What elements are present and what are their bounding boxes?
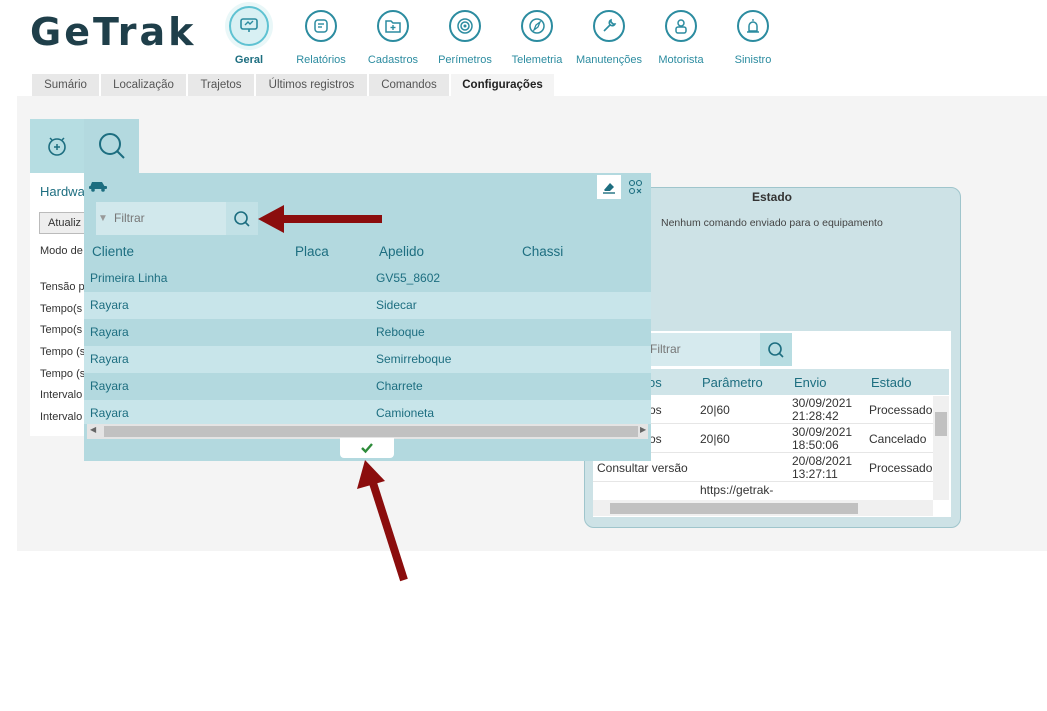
annotation-arrows: [258, 205, 408, 582]
arrow-to-search-icon: [258, 205, 382, 233]
arrow-to-confirm-icon: [357, 460, 408, 582]
